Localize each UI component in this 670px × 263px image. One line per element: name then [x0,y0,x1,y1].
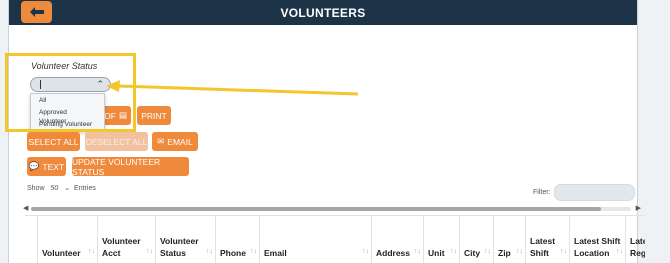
sort-icon: ↑↓ [516,248,523,255]
back-button[interactable] [21,1,52,23]
print-button[interactable]: PRINT [137,106,171,125]
deselect-all-button[interactable]: DESELECT ALL [85,132,148,151]
app-window: VOLUNTEERS Volunteer Status ⌃ PDF ▤ PRIN… [8,0,645,263]
volunteer-status-select[interactable]: ⌃ [30,77,111,92]
column-header[interactable]: Latest Shift Location ↑↓ [569,216,625,263]
dropdown-option[interactable]: All [31,94,104,106]
column-header[interactable]: Volunteer Status ↑↓ [155,216,215,263]
sort-icon: ↑↓ [414,248,421,255]
column-header[interactable]: Latest Shift ↑↓ [525,216,569,263]
email-button[interactable]: ✉ EMAIL [152,132,198,151]
horizontal-scrollbar[interactable]: ◀ ▶ [23,204,641,213]
document-icon: ▤ [118,110,128,120]
table-header: Volunteer ↑↓ Volunteer Acct ↑↓ Volunteer S… [25,215,645,263]
entries-select[interactable]: 50 [50,185,58,192]
column-header[interactable]: Volunteer ↑↓ [37,216,97,263]
column-header[interactable]: Zip ↑↓ [493,216,525,263]
filter-label: Filter: [533,189,551,196]
column-header[interactable]: Phone ↑↓ [215,216,259,263]
back-arrow-icon [29,7,44,17]
column-header[interactable]: Email ↑↓ [259,216,371,263]
chevron-up-icon: ⌃ [96,79,104,89]
column-header[interactable]: Latest Reg [625,216,645,263]
chat-bubble-icon: 💬 [28,161,40,171]
app-header: VOLUNTEERS [9,0,637,25]
entries-control: Show 50 ⌄ Entries [27,185,96,192]
sort-icon: ↑↓ [450,248,457,255]
update-status-button[interactable]: UPDATE VOLUNTEER STATUS [72,157,189,177]
envelope-icon: ✉ [157,136,165,146]
sort-icon: ↑↓ [146,248,153,255]
column-header[interactable]: City ↑↓ [459,216,493,263]
sort-icon: ↑↓ [560,248,567,255]
column-header[interactable]: Unit ↑↓ [423,216,459,263]
page-title: VOLUNTEERS [280,5,366,20]
annotation-arrow-icon [106,80,359,96]
sort-icon: ↑↓ [88,248,95,255]
volunteer-status-label: Volunteer Status [31,61,98,71]
scroll-right-icon[interactable]: ▶ [636,204,641,212]
sort-icon: ↑↓ [362,248,369,255]
filter-input[interactable] [554,184,635,201]
dropdown-option[interactable]: Pending Volunteer [31,118,104,130]
column-header[interactable]: Address ↑↓ [371,216,423,263]
status-dropdown-menu: All Approved Volunteer Pending Volunteer [30,93,105,131]
chevron-down-icon: ⌄ [64,185,71,192]
sort-icon: ↑↓ [616,248,623,255]
scroll-thumb[interactable] [31,207,601,211]
scroll-left-icon[interactable]: ◀ [23,204,28,212]
dropdown-option[interactable]: Approved Volunteer [31,106,104,125]
sort-icon: ↑↓ [250,248,257,255]
select-all-button[interactable]: SELECT ALL [27,132,80,151]
sort-icon: ↑↓ [484,248,491,255]
text-button[interactable]: 💬 TEXT [27,157,66,176]
sort-icon: ↑↓ [206,248,213,255]
text-caret [40,80,41,89]
column-header[interactable]: Volunteer Acct ↑↓ [97,216,155,263]
